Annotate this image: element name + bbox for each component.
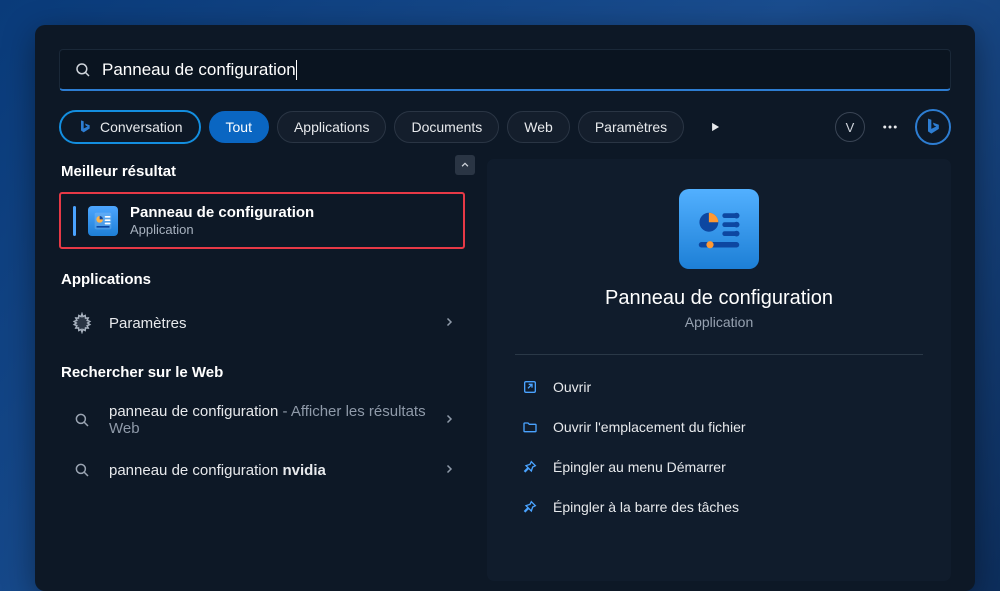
more-filters-button[interactable] xyxy=(698,110,732,144)
web-result-pre: panneau de configuration xyxy=(109,462,282,479)
open-icon xyxy=(521,378,539,396)
pin-icon xyxy=(521,458,539,476)
overflow-button[interactable] xyxy=(873,110,907,144)
search-bar[interactable]: Panneau de configuration xyxy=(59,49,951,91)
filter-chip-row: Conversation Tout Applications Documents… xyxy=(59,109,951,145)
result-subtitle: Application xyxy=(130,222,314,237)
divider xyxy=(515,354,923,355)
control-panel-glyph xyxy=(93,211,113,231)
results-column: Meilleur résultat Panneau de conf xyxy=(59,159,469,581)
action-open[interactable]: Ouvrir xyxy=(515,369,923,405)
action-label: Ouvrir xyxy=(553,379,591,395)
result-text-block: Panneau de configuration Application xyxy=(130,204,314,237)
action-list: Ouvrir Ouvrir l'emplacement du fichier É… xyxy=(515,369,923,525)
chip-label: Documents xyxy=(411,119,482,135)
action-label: Épingler au menu Démarrer xyxy=(553,459,726,475)
search-query-text: Panneau de configuration xyxy=(102,60,296,80)
chevron-right-icon xyxy=(443,412,455,428)
chip-apps[interactable]: Applications xyxy=(277,111,387,143)
list-item-label: Paramètres xyxy=(109,315,429,332)
avatar-letter: V xyxy=(846,120,855,135)
section-search-web: Rechercher sur le Web xyxy=(61,364,465,381)
scroll-up-button[interactable] xyxy=(455,155,475,175)
action-label: Ouvrir l'emplacement du fichier xyxy=(553,419,746,435)
chip-label: Web xyxy=(524,119,553,135)
web-result-1[interactable]: panneau de configuration - Afficher les … xyxy=(59,393,465,447)
action-pin-taskbar[interactable]: Épingler à la barre des tâches xyxy=(515,489,923,525)
user-avatar[interactable]: V xyxy=(835,112,865,142)
preview-subtitle: Application xyxy=(685,314,754,330)
web-result-bold: nvidia xyxy=(282,462,325,479)
section-best-result: Meilleur résultat xyxy=(61,163,465,180)
chip-label: Tout xyxy=(226,119,252,135)
bing-icon xyxy=(77,119,93,135)
chip-conversation[interactable]: Conversation xyxy=(59,110,201,144)
action-open-location[interactable]: Ouvrir l'emplacement du fichier xyxy=(515,409,923,445)
best-result-item[interactable]: Panneau de configuration Application xyxy=(59,192,465,249)
web-result-2[interactable]: panneau de configuration nvidia xyxy=(59,447,465,493)
content-area: Meilleur résultat Panneau de conf xyxy=(59,159,951,581)
search-icon xyxy=(74,61,92,79)
search-icon xyxy=(69,457,95,483)
chip-label: Conversation xyxy=(100,119,183,135)
bing-icon xyxy=(923,117,943,137)
action-label: Épingler à la barre des tâches xyxy=(553,499,739,515)
chip-label: Paramètres xyxy=(595,119,667,135)
chevron-up-icon xyxy=(460,160,470,170)
selection-indicator xyxy=(73,206,76,236)
chip-documents[interactable]: Documents xyxy=(394,111,499,143)
pin-icon xyxy=(521,498,539,516)
folder-icon xyxy=(521,418,539,436)
chip-all[interactable]: Tout xyxy=(209,111,269,143)
list-item-label: panneau de configuration - Afficher les … xyxy=(109,403,429,437)
chip-settings[interactable]: Paramètres xyxy=(578,111,684,143)
web-result-main: panneau de configuration xyxy=(109,403,278,420)
chevron-right-icon xyxy=(443,462,455,478)
play-icon xyxy=(708,120,722,134)
preview-title: Panneau de configuration xyxy=(605,287,833,310)
preview-panel: Panneau de configuration Application Ouv… xyxy=(487,159,951,581)
app-result-parametres[interactable]: Paramètres xyxy=(59,300,465,346)
section-applications: Applications xyxy=(61,271,465,288)
text-cursor xyxy=(296,60,297,80)
chip-label: Applications xyxy=(294,119,370,135)
chip-web[interactable]: Web xyxy=(507,111,570,143)
action-pin-start[interactable]: Épingler au menu Démarrer xyxy=(515,449,923,485)
control-panel-large-icon xyxy=(679,189,759,269)
control-panel-icon xyxy=(88,206,118,236)
ellipsis-icon xyxy=(881,118,899,136)
result-title: Panneau de configuration xyxy=(130,204,314,221)
search-icon xyxy=(69,407,95,433)
start-search-panel: Panneau de configuration Conversation To… xyxy=(35,25,975,591)
list-item-label: panneau de configuration nvidia xyxy=(109,462,429,479)
bing-chat-button[interactable] xyxy=(915,109,951,145)
settings-icon xyxy=(69,310,95,336)
chevron-right-icon xyxy=(443,315,455,331)
